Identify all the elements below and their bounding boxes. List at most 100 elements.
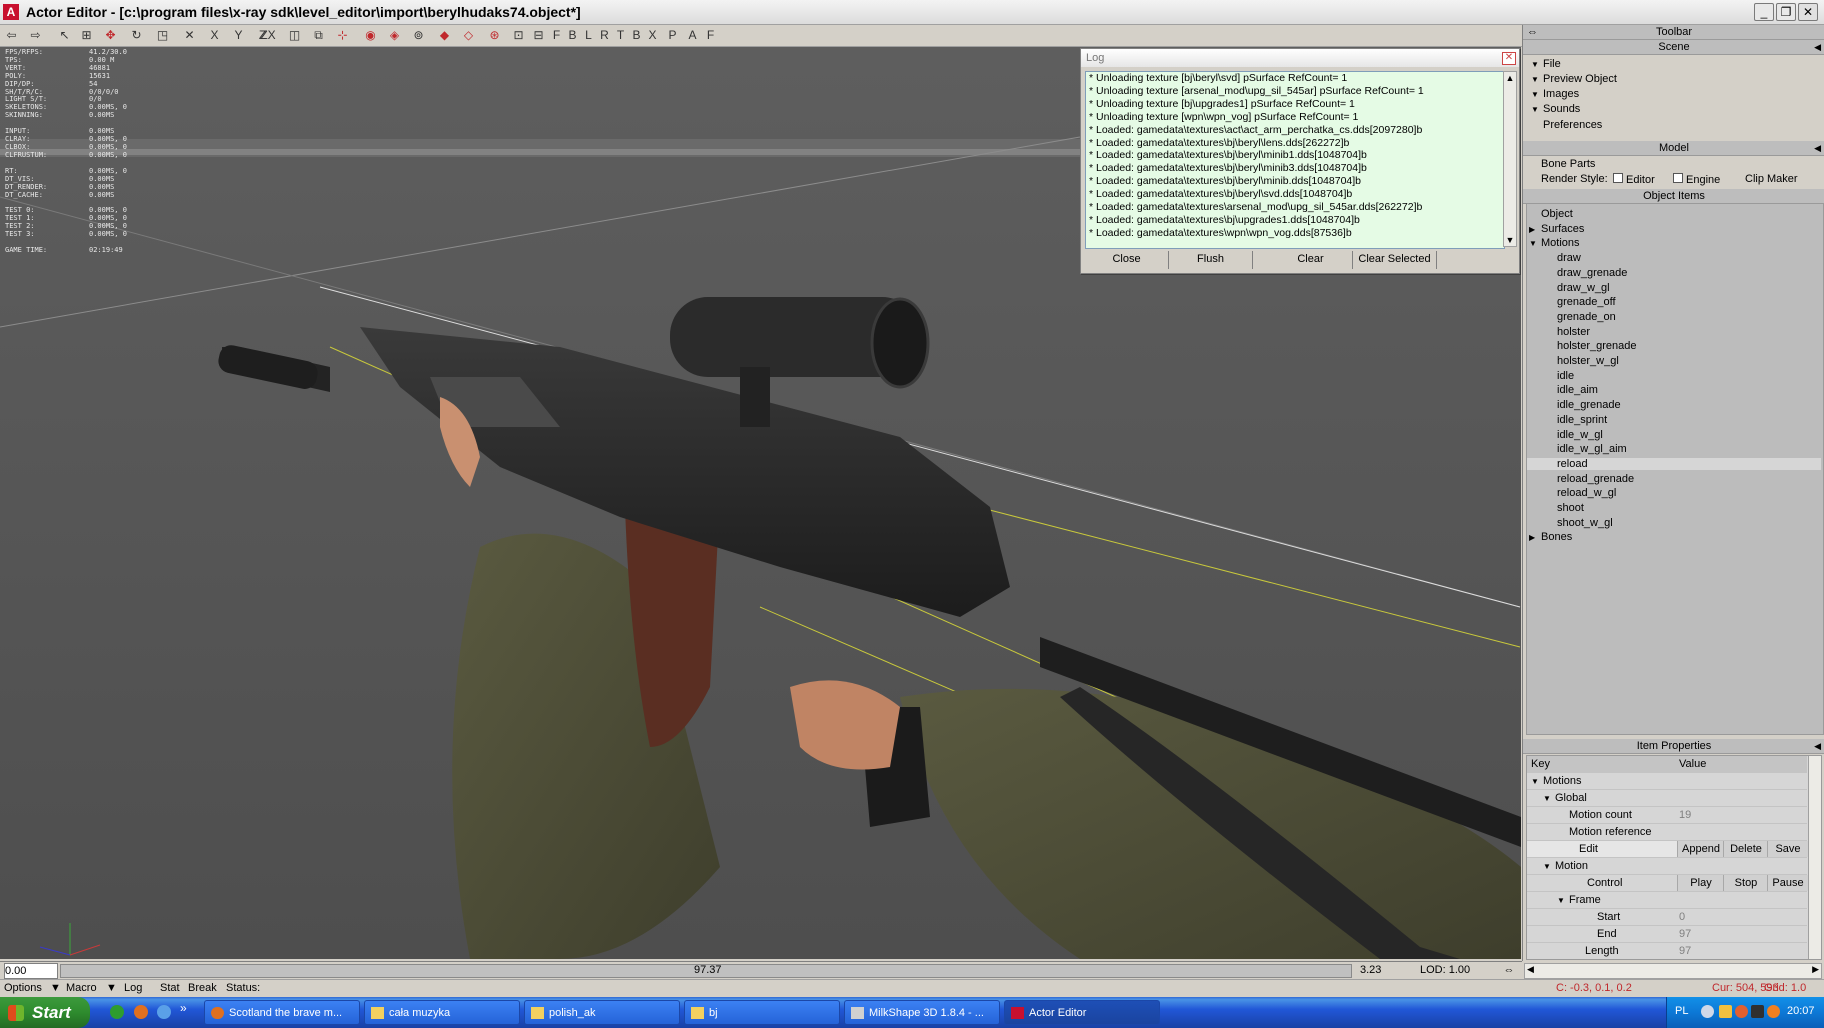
render-editor-radio[interactable]: Editor [1613, 173, 1655, 186]
snap-vertex-icon[interactable]: ⊚ [410, 27, 427, 43]
view-back-button[interactable]: B [564, 27, 581, 43]
tray-volume-icon[interactable] [1767, 1005, 1780, 1018]
scene-preview-object[interactable]: ▼ Preview Object [1531, 73, 1617, 85]
prop-motion-reference[interactable]: Motion reference [1527, 824, 1807, 841]
motion-item[interactable]: shoot_w_gl [1527, 517, 1821, 529]
motion-item[interactable]: idle_sprint [1527, 414, 1821, 426]
snap-grid-icon[interactable]: ◈ [386, 27, 403, 43]
task-bj[interactable]: bj [684, 1000, 840, 1025]
log-flush-button[interactable]: Flush [1169, 251, 1253, 269]
time-end-field[interactable]: 3.23 [1360, 963, 1412, 977]
csg-icon[interactable]: ◫ [286, 27, 303, 43]
close-button[interactable]: ✕ [1798, 3, 1818, 21]
autofocus-button[interactable]: A [684, 27, 701, 43]
scene-file[interactable]: ▼ File [1531, 58, 1561, 70]
task-actor-editor[interactable]: Actor Editor [1004, 1000, 1160, 1025]
motion-item[interactable]: draw [1527, 252, 1821, 264]
view-front-button[interactable]: F [548, 27, 565, 43]
log-clear-selected-button[interactable]: Clear Selected [1353, 251, 1437, 269]
axis-zx-button[interactable]: ZX [257, 27, 279, 43]
scroll-up-icon[interactable]: ▲ [1504, 72, 1516, 84]
axis-x-button[interactable]: X [206, 27, 223, 43]
motion-item[interactable]: draw_grenade [1527, 267, 1821, 279]
magnet-icon[interactable]: ◉ [362, 27, 379, 43]
motion-item[interactable]: grenade_on [1527, 311, 1821, 323]
scroll-left-icon[interactable]: ◀ [1527, 964, 1534, 975]
snap-move-icon[interactable]: ◆ [436, 27, 453, 43]
panel-pin-icon[interactable]: ⇔ [1527, 25, 1538, 39]
motion-item[interactable]: holster_w_gl [1527, 355, 1821, 367]
log-clear-button[interactable]: Clear [1269, 251, 1353, 269]
log-line[interactable]: * Loaded: gamedata\textures\bj\beryl\svd… [1086, 188, 1504, 201]
panel-hscrollbar[interactable]: ◀ ▶ [1524, 963, 1822, 979]
log-line[interactable]: * Loaded: gamedata\textures\bj\beryl\min… [1086, 162, 1504, 175]
axis-y-button[interactable]: Y [230, 27, 247, 43]
select-icon[interactable]: ↖ [56, 27, 73, 43]
motion-item[interactable]: grenade_off [1527, 296, 1821, 308]
dropdown-arrow-icon[interactable]: ▼ [106, 981, 117, 995]
start-button[interactable]: Start [0, 997, 90, 1028]
log-line[interactable]: * Unloading texture [arsenal_mod\upg_sil… [1086, 85, 1504, 98]
quicklaunch-xp-icon[interactable] [110, 1005, 124, 1019]
log-line[interactable]: * Unloading texture [wpn\wpn_vog] pSurfa… [1086, 111, 1504, 124]
stat-toggle-button[interactable]: Stat [160, 981, 180, 995]
scene-sounds[interactable]: ▼ Sounds [1531, 103, 1580, 115]
log-line[interactable]: * Loaded: gamedata\textures\bj\beryl\min… [1086, 175, 1504, 188]
tray-app-icon[interactable] [1719, 1005, 1732, 1018]
log-list[interactable]: * Unloading texture [bj\beryl\svd] pSurf… [1085, 71, 1505, 249]
view-bottom-button[interactable]: B [628, 27, 645, 43]
log-scrollbar[interactable]: ▲ ▼ [1503, 71, 1517, 247]
tray-network-icon[interactable] [1735, 1005, 1748, 1018]
tree-object[interactable]: Object [1529, 208, 1573, 220]
task-scotland[interactable]: Scotland the brave m... [204, 1000, 360, 1025]
log-line[interactable]: * Loaded: gamedata\textures\bj\beryl\min… [1086, 149, 1504, 162]
view-right-button[interactable]: R [596, 27, 613, 43]
toolbar-header[interactable]: ⇔ Toolbar [1523, 25, 1824, 40]
motion-item[interactable]: reload_grenade [1527, 473, 1821, 485]
tray-expand-icon[interactable] [1701, 1005, 1714, 1018]
play-button[interactable]: Play [1677, 875, 1724, 891]
collapse-icon[interactable]: ◀ [1814, 141, 1821, 155]
quicklaunch-ie-icon[interactable] [157, 1005, 171, 1019]
props-scrollbar[interactable] [1808, 756, 1821, 959]
tree-motions[interactable]: ▼ Motions [1529, 237, 1580, 249]
motion-item[interactable]: idle [1527, 370, 1821, 382]
object-icon[interactable]: ⊞ [78, 27, 95, 43]
motion-item[interactable]: reload_w_gl [1527, 487, 1821, 499]
log-close-button[interactable]: Close [1085, 251, 1169, 269]
timeline-expand-icon[interactable]: ⇔ [1502, 963, 1516, 977]
scene-preferences[interactable]: Preferences [1543, 119, 1602, 131]
collapse-icon[interactable]: ◀ [1814, 40, 1821, 54]
view-top-button[interactable]: T [612, 27, 629, 43]
motion-item[interactable]: draw_w_gl [1527, 282, 1821, 294]
zoom-extents-icon[interactable]: ⊡ [510, 27, 527, 43]
scroll-right-icon[interactable]: ▶ [1812, 964, 1819, 975]
tree-bones[interactable]: ▶ Bones [1529, 531, 1572, 543]
perspective-button[interactable]: P [664, 27, 681, 43]
firefox-icon[interactable] [134, 1005, 148, 1019]
bone-parts-button[interactable]: Bone Parts [1541, 158, 1595, 170]
time-start-field[interactable]: 0.00 [4, 963, 58, 979]
tray-steam-icon[interactable] [1751, 1005, 1764, 1018]
quicklaunch-overflow-icon[interactable]: » [180, 1001, 187, 1015]
append-button[interactable]: Append [1677, 841, 1724, 857]
log-close-icon[interactable]: ✕ [1502, 52, 1516, 65]
copy-icon[interactable]: ⧉ [310, 27, 327, 43]
snap-scale-icon[interactable]: ⊛ [486, 27, 503, 43]
macro-menu[interactable]: Macro [66, 981, 97, 995]
object-items-tree[interactable]: Object ▶ Surfaces ▼ Motions draw draw_grenade d… [1526, 203, 1824, 735]
model-header[interactable]: Model ◀ [1523, 141, 1824, 156]
move-icon[interactable]: ✥ [102, 27, 119, 43]
log-line[interactable]: * Loaded: gamedata\textures\bj\beryl\len… [1086, 137, 1504, 150]
task-cala-muzyka[interactable]: cała muzyka [364, 1000, 520, 1025]
stop-button[interactable]: Stop [1723, 875, 1768, 891]
language-indicator[interactable]: PL [1675, 1005, 1688, 1017]
log-line[interactable]: * Loaded: gamedata\textures\act\act_arm_… [1086, 124, 1504, 137]
prop-motion[interactable]: ▼ Motion [1527, 858, 1807, 875]
log-line[interactable]: * Unloading texture [bj\beryl\svd] pSurf… [1086, 72, 1504, 85]
prop-motions[interactable]: ▼ Motions [1527, 773, 1807, 790]
maximize-button[interactable]: ❐ [1776, 3, 1796, 21]
log-line[interactable]: * Loaded: gamedata\textures\wpn\wpn_vog.… [1086, 227, 1504, 240]
scale-icon[interactable]: ◳ [154, 27, 171, 43]
log-line[interactable]: * Loaded: gamedata\textures\bj\upgrades1… [1086, 214, 1504, 227]
